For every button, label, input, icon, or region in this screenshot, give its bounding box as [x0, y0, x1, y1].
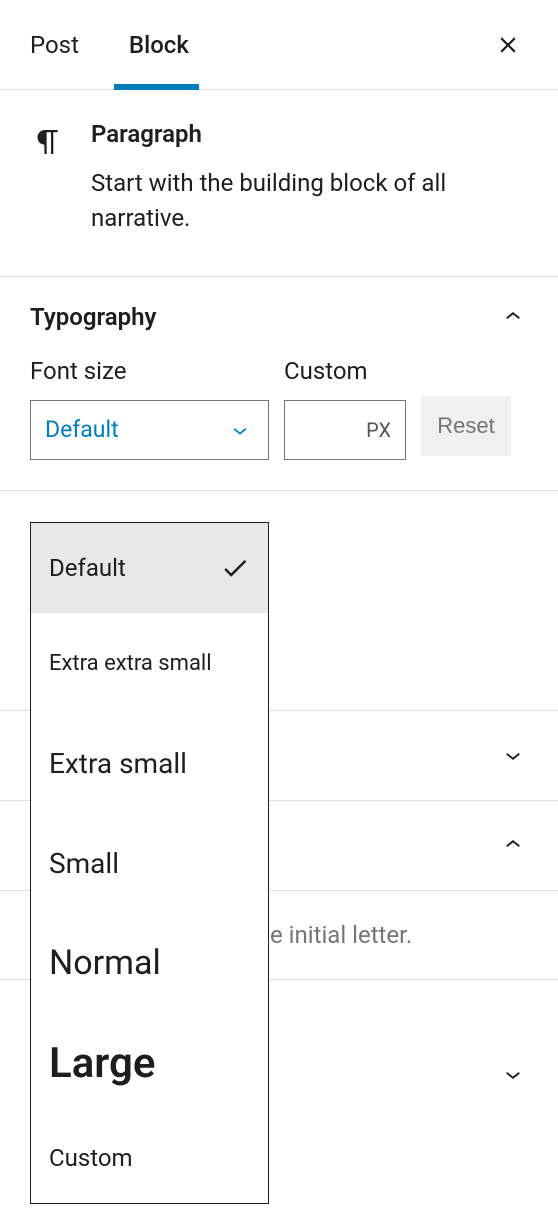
font-size-dropdown: Default Extra extra small Extra small Sm… — [30, 522, 269, 1204]
option-label: Small — [49, 847, 119, 880]
reset-field: Reset — [421, 357, 511, 456]
font-size-option-xsmall[interactable]: Extra small — [31, 713, 268, 813]
option-label: Extra extra small — [49, 651, 212, 676]
typography-body: Font size Default Custom PX Reset — [0, 357, 558, 490]
tab-block[interactable]: Block — [129, 1, 209, 89]
font-size-option-normal[interactable]: Normal — [31, 913, 268, 1013]
close-icon — [495, 32, 521, 58]
font-size-option-custom[interactable]: Custom — [31, 1113, 268, 1203]
px-suffix: PX — [366, 418, 391, 442]
option-label: Custom — [49, 1144, 133, 1172]
block-description: Start with the building block of all nar… — [91, 166, 528, 236]
font-size-option-large[interactable]: Large — [31, 1013, 268, 1113]
block-info-text: Paragraph Start with the building block … — [91, 120, 528, 236]
option-label: Default — [49, 554, 126, 582]
font-size-row: Font size Default Custom PX Reset — [30, 357, 528, 460]
paragraph-icon — [30, 124, 66, 236]
chevron-down-icon — [226, 416, 254, 444]
background-text: e initial letter. — [270, 921, 412, 949]
chevron-down-icon — [498, 1059, 528, 1089]
custom-label: Custom — [284, 357, 406, 385]
font-size-label: Font size — [30, 357, 269, 385]
settings-tabs: Post Block — [0, 0, 558, 90]
font-size-option-small[interactable]: Small — [31, 813, 268, 913]
font-size-option-xxsmall[interactable]: Extra extra small — [31, 613, 268, 713]
check-icon — [220, 553, 250, 583]
chevron-down-icon — [498, 740, 528, 770]
block-info-card: Paragraph Start with the building block … — [0, 90, 558, 277]
typography-panel-toggle[interactable]: Typography — [0, 277, 558, 357]
option-label: Large — [49, 1039, 155, 1088]
reset-button[interactable]: Reset — [421, 396, 511, 456]
font-size-option-default[interactable]: Default — [31, 523, 268, 613]
font-size-select[interactable]: Default — [30, 400, 269, 460]
chevron-up-icon — [498, 830, 528, 860]
block-title: Paragraph — [91, 120, 528, 148]
tab-post[interactable]: Post — [30, 1, 99, 89]
typography-panel: Typography Font size Default Custom PX — [0, 277, 558, 491]
font-size-select-value: Default — [45, 416, 119, 443]
custom-size-input[interactable]: PX — [284, 400, 406, 460]
custom-size-field: Custom PX — [284, 357, 406, 460]
option-label: Normal — [49, 943, 161, 983]
typography-title: Typography — [30, 303, 156, 331]
font-size-field: Font size Default — [30, 357, 269, 460]
chevron-up-icon — [498, 302, 528, 332]
option-label: Extra small — [49, 747, 187, 780]
close-button[interactable] — [488, 25, 528, 65]
